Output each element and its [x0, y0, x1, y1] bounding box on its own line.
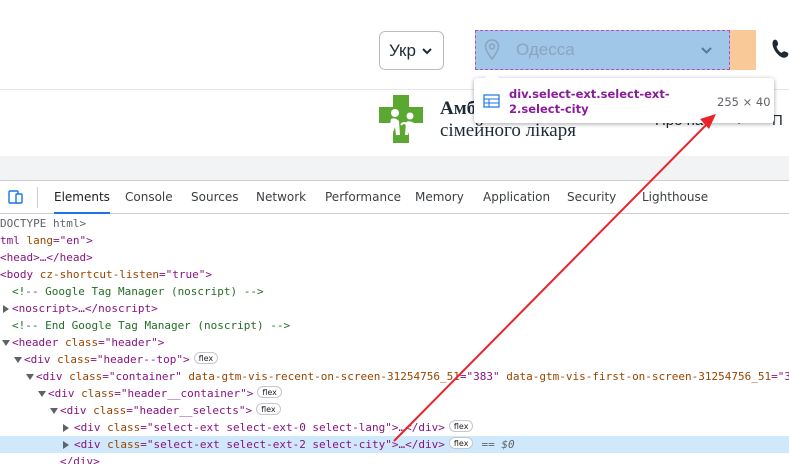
collapse-triangle-icon[interactable] — [2, 340, 10, 346]
dom-node-code: <div class="container" data-gtm-vis-rece… — [36, 370, 789, 383]
tab-performance[interactable]: Performance — [325, 181, 401, 214]
dom-node-code: <div class="header__selects"> flex — [60, 402, 281, 419]
dom-tree: DOCTYPE html> tml lang="en"> <head>…</he… — [0, 215, 789, 464]
tooltip-selector: div.select-ext.select-ext-2.select-city — [509, 87, 670, 116]
language-select-value: Укр — [389, 40, 416, 60]
dom-node-code: </div> — [60, 455, 100, 464]
dom-node[interactable]: <!-- Google Tag Manager (noscript) --> — [0, 283, 789, 300]
flex-badge[interactable]: flex — [448, 420, 474, 432]
dom-node[interactable]: <head>…</head> — [0, 249, 789, 266]
flex-badge[interactable]: flex — [448, 437, 474, 449]
dom-node-code: tml lang="en"> — [0, 234, 93, 247]
dom-node-selected[interactable]: <div class="select-ext select-ext-2 sele… — [0, 436, 789, 453]
dom-node[interactable]: <div class="container" data-gtm-vis-rece… — [0, 368, 789, 385]
tab-memory[interactable]: Memory — [415, 181, 464, 214]
chevron-down-icon — [701, 47, 712, 54]
dom-node-code: <div class="select-ext select-ext-0 sele… — [74, 419, 474, 436]
collapse-triangle-icon[interactable] — [26, 374, 34, 380]
dom-node-code: <body cz-shortcut-listen="true"> — [0, 268, 212, 281]
header-top: Укр Одесса — [0, 0, 789, 90]
dom-node[interactable]: <div class="header__selects"> flex — [0, 402, 789, 419]
location-pin-icon — [484, 39, 500, 61]
dom-node-code: <header class="header"> — [12, 336, 165, 349]
logo-text-line1: Амб — [440, 98, 477, 119]
dom-comment: <!-- End Google Tag Manager (noscript) -… — [12, 319, 291, 332]
dom-node[interactable]: <div class="header--top"> flex — [0, 351, 789, 368]
selected-node-ref: == $0 — [481, 438, 515, 451]
collapse-triangle-icon[interactable] — [50, 408, 58, 414]
devtools-panel: Elements Console Sources Network Perform… — [0, 180, 789, 464]
dom-node[interactable]: <!-- End Google Tag Manager (noscript) -… — [0, 317, 789, 334]
dom-node[interactable]: <body cz-shortcut-listen="true"> — [0, 266, 789, 283]
dom-comment: <!-- Google Tag Manager (noscript) --> — [12, 285, 264, 298]
tab-console[interactable]: Console — [125, 181, 173, 214]
dom-node-code: <head>…</head> — [0, 251, 93, 264]
city-select-value: Одесса — [516, 40, 575, 59]
dom-node[interactable]: </div> — [0, 453, 789, 464]
dom-node[interactable]: <div class="select-ext select-ext-0 sele… — [0, 419, 789, 436]
tab-sources[interactable]: Sources — [191, 181, 238, 214]
expand-triangle-icon[interactable] — [3, 305, 9, 313]
collapse-triangle-icon[interactable] — [14, 357, 22, 363]
logo-text-line2: сімейного лікаря — [440, 120, 576, 141]
dom-node-code: <div class="header__container"> flex — [48, 385, 282, 402]
expand-triangle-icon[interactable] — [63, 424, 69, 432]
dom-doctype: DOCTYPE html> — [0, 217, 87, 230]
dom-node[interactable]: DOCTYPE html> — [0, 215, 789, 232]
inspector-tooltip: div.select-ext.select-ext-2.select-city … — [474, 71, 774, 123]
clinic-logo-icon[interactable] — [379, 95, 431, 143]
dom-node-code: <div class="select-ext select-ext-2 sele… — [74, 437, 515, 451]
flex-badge[interactable]: flex — [256, 403, 281, 415]
devtools-toolbar: Elements Console Sources Network Perform… — [0, 181, 789, 214]
tab-elements[interactable]: Elements — [54, 181, 110, 214]
tab-lighthouse[interactable]: Lighthouse — [642, 181, 708, 214]
dom-node-code: <div class="header--top"> flex — [24, 351, 219, 368]
city-select[interactable]: Одесса — [476, 31, 729, 69]
expand-triangle-icon[interactable] — [63, 441, 69, 449]
dom-node[interactable]: <div class="header__container"> flex — [0, 385, 789, 402]
chevron-down-icon — [422, 47, 432, 54]
toolbar-divider — [37, 187, 38, 208]
flex-badge[interactable]: flex — [257, 386, 282, 398]
page-viewport: Укр Одесса Амб сімейного лікаря П div.se… — [0, 0, 789, 180]
tab-application[interactable]: Application — [483, 181, 550, 214]
dom-node[interactable]: tml lang="en"> — [0, 232, 789, 249]
city-select-highlight: Одесса — [475, 30, 730, 70]
city-select-margin-highlight — [730, 30, 756, 70]
tooltip-dimensions: 255 × 40 — [717, 95, 771, 109]
tab-network[interactable]: Network — [256, 181, 306, 214]
dom-node-code: <noscript>…</noscript> — [12, 302, 158, 315]
flex-badge[interactable]: flex — [193, 352, 219, 364]
grid-element-icon — [483, 94, 500, 108]
tab-security[interactable]: Security — [567, 181, 616, 214]
language-select[interactable]: Укр — [379, 31, 444, 70]
collapse-triangle-icon[interactable] — [38, 391, 46, 397]
dom-node[interactable]: <header class="header"> — [0, 334, 789, 351]
device-toolbar-icon[interactable] — [8, 189, 23, 204]
phone-icon[interactable] — [771, 38, 789, 60]
dom-node[interactable]: <noscript>…</noscript> — [0, 300, 789, 317]
